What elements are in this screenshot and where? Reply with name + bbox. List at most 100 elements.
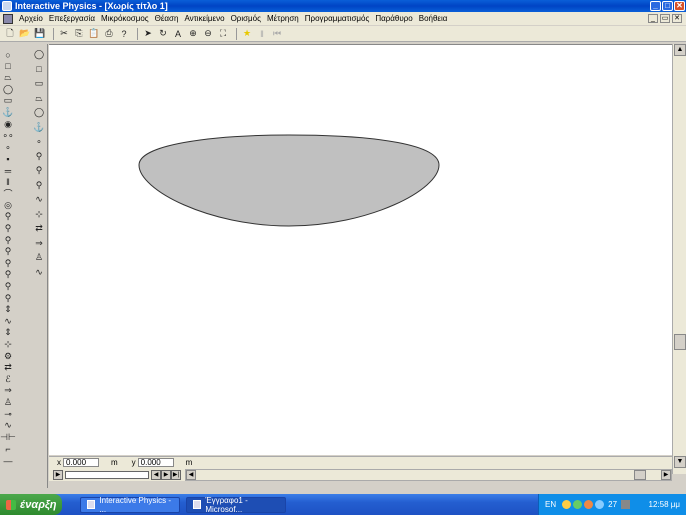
- maximize-button[interactable]: □: [662, 1, 673, 11]
- menu-window[interactable]: Παράθυρο: [372, 14, 415, 23]
- scroll-left-arrow-icon[interactable]: ◀: [186, 469, 196, 480]
- window-title: Interactive Physics - [Χωρίς τίτλο 1]: [15, 1, 168, 11]
- tape-track[interactable]: [65, 470, 149, 479]
- task-interactive-physics[interactable]: Interactive Physics - ...: [80, 495, 180, 514]
- tray-weather-icon[interactable]: [595, 500, 605, 509]
- toolbar: 🗋 📂 💾 ✂ ⎘ 📋 ⎙? ➤ ↻ A ⊕ ⊖ ⛶ ★ ‖ ⏮: [0, 26, 686, 42]
- system-tray: EN 27 12:58 μμ: [538, 494, 686, 515]
- print-icon[interactable]: ⎙: [103, 28, 115, 40]
- toolbar-separator: [137, 27, 138, 40]
- doc-close-button[interactable]: ✕: [672, 14, 682, 23]
- menu-edit[interactable]: Επεξεργασία: [46, 14, 98, 23]
- ellipse-body[interactable]: [138, 134, 440, 227]
- arrow-pointer-icon[interactable]: ➤: [142, 28, 154, 40]
- palette-tool-right-4-icon[interactable]: ◯: [32, 106, 46, 119]
- task-label: Έγγραφο1 - Microsof...: [205, 495, 248, 514]
- palette-tool-right-6-icon[interactable]: ∘: [32, 135, 46, 148]
- tray-network-icon[interactable]: [573, 500, 583, 509]
- horizontal-scroll-thumb[interactable]: [634, 469, 646, 480]
- scroll-right-arrow-icon[interactable]: ▶: [661, 469, 671, 480]
- start-label: έναρξη: [20, 498, 57, 511]
- x-coordinate-field[interactable]: 0.000: [63, 458, 99, 467]
- menu-view[interactable]: Θέαση: [152, 14, 182, 23]
- palette-tool-right-15-icon[interactable]: ∿: [32, 266, 46, 279]
- tray-volume-icon[interactable]: [621, 500, 631, 509]
- taskbar: έναρξη Interactive Physics - ... Έγγραφο…: [0, 494, 686, 515]
- help-icon[interactable]: ?: [118, 28, 130, 40]
- clock: 12:58 μμ: [648, 500, 680, 509]
- palette-tool-right-9-icon[interactable]: ⚲: [32, 179, 46, 192]
- word-task-icon: [193, 500, 202, 509]
- palette-tool-right-13-icon[interactable]: ⇒: [32, 237, 46, 250]
- windows-logo-icon: [6, 499, 16, 510]
- palette-tool-right-3-icon[interactable]: ⏢: [32, 92, 46, 105]
- horizontal-scrollbar[interactable]: ◀ ▶: [185, 468, 672, 481]
- tape-player: ▶ ◀ ▶ ▶|: [53, 469, 181, 480]
- tape-forward-icon[interactable]: ▶: [161, 469, 171, 480]
- palette-tool-right-12-icon[interactable]: ⇄: [32, 222, 46, 235]
- rotate-icon[interactable]: ↻: [157, 28, 169, 40]
- tape-back-icon[interactable]: ◀: [151, 469, 161, 480]
- start-button[interactable]: έναρξη: [0, 494, 62, 515]
- reset-icon[interactable]: ⏮: [271, 28, 283, 40]
- palette-tool-right-7-icon[interactable]: ⚲: [32, 150, 46, 163]
- menu-measure[interactable]: Μέτρηση: [264, 14, 302, 23]
- document-window-controls: _ ▭ ✕: [648, 14, 682, 23]
- menu-script[interactable]: Προγραμματισμός: [302, 14, 373, 23]
- palette-tool-right-14-icon[interactable]: ♙: [32, 251, 46, 264]
- menu-world[interactable]: Μικρόκοσμος: [98, 14, 152, 23]
- y-label: y: [131, 458, 136, 467]
- coordinate-bar: x 0.000 m y 0.000 m: [49, 456, 672, 468]
- zoom-out-icon[interactable]: ⊖: [202, 28, 214, 40]
- paste-icon[interactable]: 📋: [88, 28, 100, 40]
- palette-tool-left-35-icon[interactable]: —: [1, 454, 15, 467]
- y-coordinate-field[interactable]: 0.000: [137, 458, 174, 467]
- tray-security-icon[interactable]: [584, 500, 594, 509]
- new-file-icon[interactable]: 🗋: [4, 28, 16, 40]
- open-folder-icon[interactable]: 📂: [19, 28, 31, 40]
- tape-play-icon[interactable]: ▶: [53, 469, 63, 480]
- toolbar-separator: [236, 27, 237, 40]
- scroll-up-arrow-icon[interactable]: ▲: [674, 44, 686, 56]
- app-icon: [2, 1, 12, 11]
- playback-and-scroll-bar: ▶ ◀ ▶ ▶| ◀ ▶: [49, 468, 672, 481]
- doc-minimize-button[interactable]: _: [648, 14, 658, 23]
- workspace-canvas[interactable]: [49, 44, 672, 455]
- cut-icon[interactable]: ✂: [58, 28, 70, 40]
- palette-tool-right-0-icon[interactable]: ◯: [32, 48, 46, 61]
- tray-app-icon[interactable]: [562, 500, 572, 509]
- run-icon[interactable]: ★: [241, 28, 253, 40]
- tape-end-icon[interactable]: ▶|: [171, 469, 181, 480]
- task-word-document[interactable]: Έγγραφο1 - Microsof...: [186, 495, 286, 514]
- palette-tool-right-11-icon[interactable]: ⊹: [32, 208, 46, 221]
- text-icon[interactable]: A: [172, 28, 184, 40]
- zoom-fit-icon[interactable]: ⛶: [217, 28, 229, 40]
- close-button[interactable]: ✕: [674, 1, 685, 11]
- scroll-down-arrow-icon[interactable]: ▼: [674, 456, 686, 468]
- doc-restore-button[interactable]: ▭: [660, 14, 670, 23]
- language-indicator[interactable]: EN: [545, 500, 556, 509]
- copy-icon[interactable]: ⎘: [73, 28, 85, 40]
- toolbar-separator: [53, 27, 54, 40]
- minimize-button[interactable]: _: [650, 1, 661, 11]
- menu-file[interactable]: Αρχείο: [16, 14, 46, 23]
- save-icon[interactable]: 💾: [34, 28, 46, 40]
- menu-define[interactable]: Ορισμός: [228, 14, 264, 23]
- stop-icon[interactable]: ‖: [256, 28, 268, 40]
- canvas-svg: [138, 134, 440, 227]
- palette-tool-right-1-icon[interactable]: □: [32, 63, 46, 76]
- menu-help[interactable]: Βοήθεια: [416, 14, 451, 23]
- x-label: x: [57, 458, 61, 467]
- palette-tool-right-5-icon[interactable]: ⚓: [32, 121, 46, 134]
- menu-object[interactable]: Αντικείμενο: [181, 14, 227, 23]
- palette-tool-right-8-icon[interactable]: ⚲: [32, 164, 46, 177]
- palette-tool-right-10-icon[interactable]: ∿: [32, 193, 46, 206]
- palette-tool-right-2-icon[interactable]: ▭: [32, 77, 46, 90]
- zoom-in-icon[interactable]: ⊕: [187, 28, 199, 40]
- vertical-scrollbar[interactable]: ▲ ▼: [672, 44, 686, 474]
- vertical-scroll-thumb[interactable]: [674, 334, 686, 350]
- temperature-readout: 27: [608, 500, 618, 509]
- task-label: Interactive Physics - ...: [99, 495, 171, 514]
- document-menu-icon[interactable]: [3, 13, 13, 24]
- tool-palette: ○ □ ⏢ ◯ ▭ ⚓ ◉ ∘∘ ∘ ▪ ═ ‖ ⌒ ◎ ⚲ ⚲ ⚲ ⚲ ⚲ ⚲ ⚲ ⚲ ⇕ ∿ ⇕ ⊹ ⚙ ⇄ ℰ ⇒ ♙ ⊸ ∿ ⊣⊢ ⌐ — ◯ □…: [0, 44, 48, 488]
